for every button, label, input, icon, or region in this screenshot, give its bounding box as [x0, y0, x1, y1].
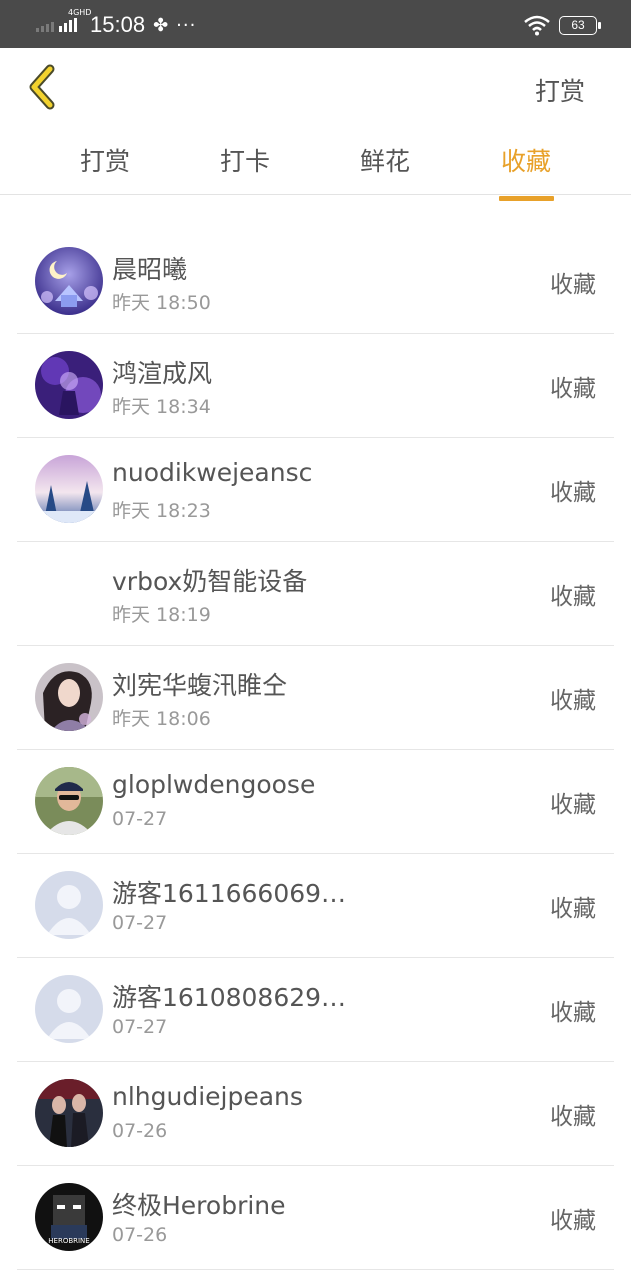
- default-user-avatar[interactable]: [35, 871, 103, 939]
- favorite-time: 昨天 18:06: [112, 708, 211, 730]
- favorite-time: 昨天 18:19: [112, 604, 211, 626]
- avatar-blank[interactable]: [35, 559, 103, 627]
- tab-favorites[interactable]: 收藏: [481, 142, 571, 201]
- favorite-action-label: 收藏: [550, 1104, 596, 1130]
- list-item[interactable]: 鸿渲成风 昨天 18:34 收藏: [17, 334, 614, 438]
- list-item[interactable]: HEROBRINE 终极Herobrine 07-26 收藏: [17, 1166, 614, 1270]
- tab-favorites-label: 收藏: [500, 147, 551, 176]
- favorite-time: 昨天 18:50: [112, 292, 211, 314]
- favorite-time: 07-26: [112, 1120, 168, 1142]
- avatar-woman[interactable]: [35, 663, 103, 731]
- user-name: vrbox奶智能设备: [112, 567, 308, 596]
- tab-reward[interactable]: 打赏: [60, 142, 150, 178]
- list-item[interactable]: 游客1610808629… 07-27 收藏: [17, 958, 614, 1062]
- favorite-time: 昨天 18:23: [112, 500, 211, 522]
- fan-icon: ✤: [153, 14, 169, 36]
- user-name: 终极Herobrine: [112, 1191, 286, 1220]
- status-bar: 4GHD 15:08 ✤ ··· 63: [0, 0, 631, 48]
- list-item[interactable]: nlhgudiejpeans 07-26 收藏: [17, 1062, 614, 1166]
- user-name: 游客1610808629…: [112, 983, 347, 1012]
- user-name: 晨昭曦: [112, 255, 188, 284]
- user-name: 刘宪华蝮汛睢仝: [112, 671, 288, 700]
- signal-strong-icon: [59, 18, 79, 32]
- more-dots-icon: ···: [176, 14, 197, 36]
- favorite-action-label: 收藏: [550, 584, 596, 610]
- favorite-action-label: 收藏: [550, 688, 596, 714]
- favorite-time: 07-27: [112, 808, 168, 830]
- list-item[interactable]: 游客1611666069… 07-27 收藏: [17, 854, 614, 958]
- favorite-action-label: 收藏: [550, 792, 596, 818]
- back-arrow-icon[interactable]: [24, 64, 60, 110]
- list-item[interactable]: nuodikwejeansc 昨天 18:23 收藏: [17, 438, 614, 542]
- tab-active-indicator: [499, 196, 554, 201]
- status-right: 63: [523, 10, 601, 40]
- network-type: 4GHD: [68, 8, 92, 17]
- list-item[interactable]: 刘宪华蝮汛睢仝 昨天 18:06 收藏: [17, 646, 614, 750]
- favorite-action-label: 收藏: [550, 1208, 596, 1234]
- favorite-action-label: 收藏: [550, 896, 596, 922]
- list-item[interactable]: 晨昭曦 昨天 18:50 收藏: [17, 230, 614, 334]
- avatar-man-cap[interactable]: [35, 767, 103, 835]
- signal-weak-icon: [36, 18, 56, 32]
- avatar-herobrine[interactable]: HEROBRINE: [35, 1183, 103, 1251]
- favorites-list: 晨昭曦 昨天 18:50 收藏 鸿渲成风 昨天 18:34 收藏 nuodikw…: [17, 230, 614, 1270]
- favorite-action-label: 收藏: [550, 1000, 596, 1026]
- user-name: 游客1611666069…: [112, 879, 347, 908]
- favorite-time: 07-26: [112, 1224, 168, 1246]
- list-item[interactable]: vrbox奶智能设备 昨天 18:19 收藏: [17, 542, 614, 646]
- favorite-action-label: 收藏: [550, 376, 596, 402]
- list-item[interactable]: gloplwdengoose 07-27 收藏: [17, 750, 614, 854]
- favorite-action-label: 收藏: [550, 480, 596, 506]
- user-name: nlhgudiejpeans: [112, 1082, 303, 1111]
- favorite-time: 昨天 18:34: [112, 396, 211, 418]
- status-left: 4GHD 15:08 ✤ ···: [36, 8, 197, 40]
- avatar-snow-trees[interactable]: [35, 455, 103, 523]
- tab-flowers[interactable]: 鲜花: [340, 142, 430, 178]
- user-name: 鸿渲成风: [112, 359, 213, 388]
- wifi-icon: [524, 15, 550, 36]
- user-name: nuodikwejeansc: [112, 458, 313, 487]
- tab-bar: 打赏 打卡 鲜花 收藏: [0, 128, 631, 201]
- default-user-avatar[interactable]: [35, 975, 103, 1043]
- status-time: 15:08: [90, 12, 146, 37]
- tab-checkin[interactable]: 打卡: [200, 142, 290, 178]
- header-reward-button[interactable]: 打赏: [535, 72, 585, 108]
- avatar-purple[interactable]: [35, 351, 103, 419]
- favorite-time: 07-27: [112, 1016, 168, 1038]
- nav-bar: 打赏: [0, 48, 631, 128]
- avatar-couple[interactable]: [35, 1079, 103, 1147]
- favorite-action-label: 收藏: [550, 272, 596, 298]
- favorite-time: 07-27: [112, 912, 168, 934]
- svg-text:HEROBRINE: HEROBRINE: [48, 1237, 89, 1245]
- battery-icon: 63: [559, 15, 601, 35]
- avatar-night-house[interactable]: [35, 247, 103, 315]
- user-name: gloplwdengoose: [112, 770, 316, 799]
